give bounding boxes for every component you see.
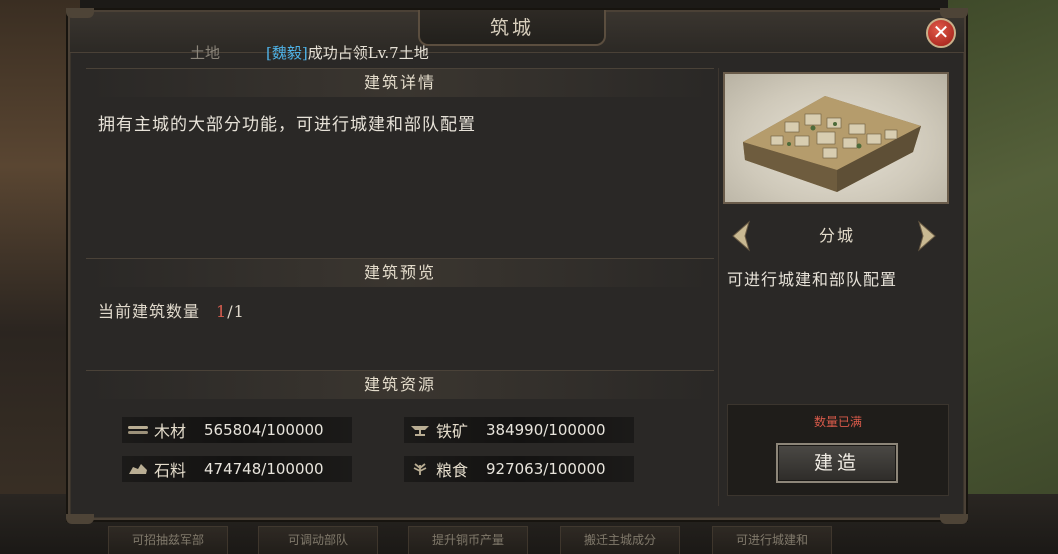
resource-wood: 木材 565804/100000 bbox=[122, 417, 352, 443]
grain-icon bbox=[408, 461, 432, 477]
resource-label: 木材 bbox=[154, 422, 187, 441]
background-tab: 提升铜币产量 bbox=[408, 526, 528, 554]
next-arrow-icon[interactable] bbox=[915, 220, 939, 252]
resource-label: 铁矿 bbox=[436, 422, 469, 441]
build-button[interactable]: 建造 bbox=[776, 443, 898, 483]
section-header-details: 建筑详情 bbox=[86, 68, 714, 97]
notice-faded-text: 土地 bbox=[190, 44, 221, 62]
resource-grain: 粮食 927063/100000 bbox=[404, 456, 634, 482]
prev-arrow-icon[interactable] bbox=[729, 220, 753, 252]
resource-value: 474748/100000 bbox=[204, 460, 324, 478]
building-type-name: 分城 bbox=[818, 226, 855, 245]
notice-faction: [魏毅] bbox=[266, 44, 308, 62]
resource-value: 927063/100000 bbox=[486, 460, 606, 478]
building-description: 拥有主城的大部分功能，可进行城建和部队配置 bbox=[98, 115, 476, 135]
building-count-max: /1 bbox=[227, 302, 245, 321]
building-preview-column: 分城 可进行城建和部队配置 数量已满 建造 bbox=[718, 68, 955, 506]
dialog-title: 筑城 bbox=[418, 10, 606, 46]
building-type-description: 可进行城建和部队配置 bbox=[727, 270, 898, 289]
iron-icon bbox=[408, 422, 432, 438]
corner-ornament bbox=[66, 514, 94, 524]
stone-icon bbox=[126, 461, 150, 477]
notice-message: 成功占领Lv.7土地 bbox=[307, 44, 429, 62]
scrolling-notice: 土地 [魏毅]成功占领Lv.7土地 bbox=[190, 42, 429, 64]
resource-value: 565804/100000 bbox=[204, 421, 324, 439]
resource-value: 384990/100000 bbox=[486, 421, 606, 439]
wood-icon bbox=[126, 422, 150, 438]
capacity-full-status: 数量已满 bbox=[813, 415, 862, 429]
corner-ornament bbox=[66, 8, 94, 18]
building-count-current: 1 bbox=[216, 302, 228, 321]
section-header-resources: 建筑资源 bbox=[86, 370, 714, 399]
info-column: 建筑详情 拥有主城的大部分功能，可进行城建和部队配置 建筑预览 当前建筑数量 1/… bbox=[86, 68, 714, 506]
close-button[interactable]: ✕ bbox=[926, 18, 956, 48]
build-city-dialog: 筑城 ✕ 土地 [魏毅]成功占领Lv.7土地 建筑详情 拥有主城的大部分功能，可进… bbox=[66, 8, 968, 524]
building-preview-image bbox=[723, 72, 949, 204]
building-count-row: 当前建筑数量 1/1 bbox=[98, 298, 245, 322]
resource-iron: 铁矿 384990/100000 bbox=[404, 417, 634, 443]
resource-label: 粮食 bbox=[436, 461, 469, 480]
background-tab: 可调动部队 bbox=[258, 526, 378, 554]
resource-stone: 石料 474748/100000 bbox=[122, 456, 352, 482]
background-tab: 可进行城建和 bbox=[712, 526, 832, 554]
building-count-label: 当前建筑数量 bbox=[98, 302, 201, 321]
resource-label: 石料 bbox=[154, 461, 187, 480]
building-type-switcher: 分城 bbox=[719, 216, 955, 256]
section-header-preview: 建筑预览 bbox=[86, 258, 714, 287]
background-tab: 可招抽兹军部 bbox=[108, 526, 228, 554]
corner-ornament bbox=[940, 514, 968, 524]
build-action-box: 数量已满 建造 bbox=[727, 404, 949, 496]
corner-ornament bbox=[940, 8, 968, 18]
background-tab: 搬迁主城成分 bbox=[560, 526, 680, 554]
